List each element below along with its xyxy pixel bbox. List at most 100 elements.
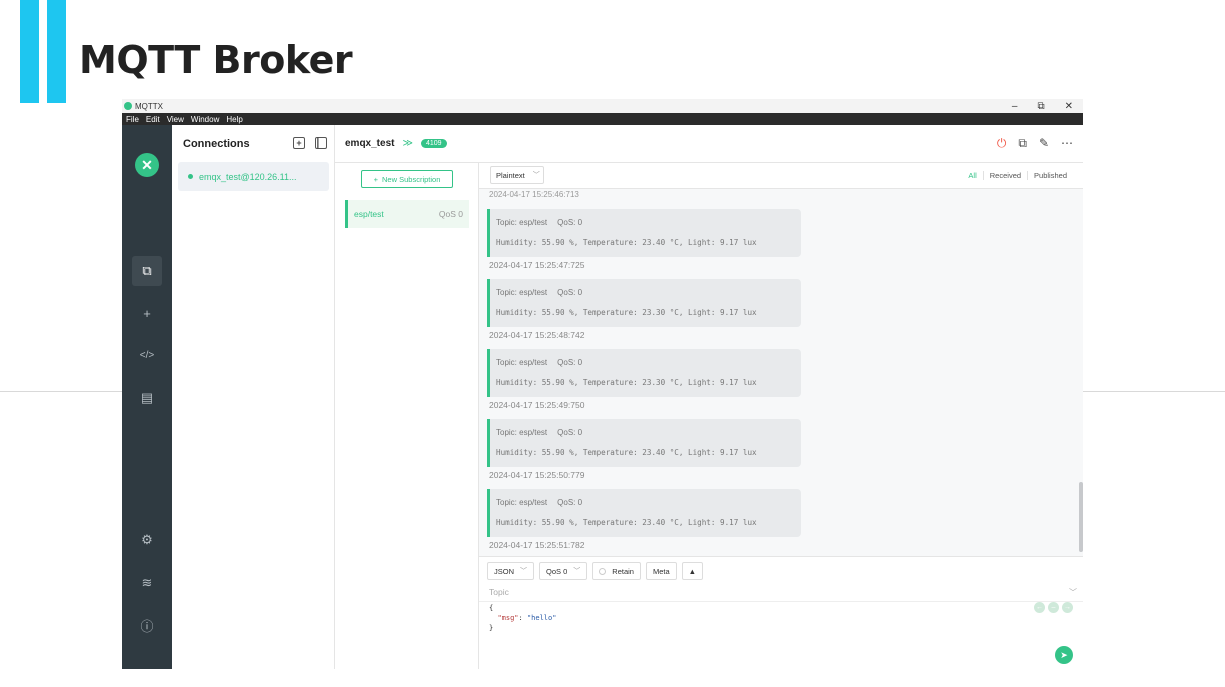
menu-view[interactable]: View <box>167 115 184 124</box>
menu-window[interactable]: Window <box>191 115 219 124</box>
payload-open-brace: { <box>489 604 494 612</box>
new-window-icon[interactable]: ⧉ <box>1018 136 1027 151</box>
connected-dot-icon <box>188 174 193 179</box>
new-subscription-label: New Subscription <box>382 174 441 184</box>
payload-key: "msg" <box>497 614 519 622</box>
message-topic: Topic: esp/test <box>496 428 548 437</box>
publish-qos-select[interactable]: QoS 0 ﹀ <box>539 562 588 580</box>
publish-qos-value: QoS 0 <box>546 566 568 576</box>
app-logo-icon: ✕ <box>135 153 159 177</box>
minimize-button[interactable]: – <box>1012 101 1018 112</box>
disconnect-icon[interactable]: ⏻ <box>997 136 1007 151</box>
message-time: 2024-04-17 15:25:50:779 <box>489 470 585 480</box>
topic-placeholder: Topic <box>489 587 509 597</box>
mqttx-window: MQTTX – ⧉ ✕ File Edit View Window Help ✕… <box>122 99 1083 669</box>
menu-help[interactable]: Help <box>226 115 242 124</box>
script-icon[interactable]: </> <box>132 340 162 370</box>
message-scrollbar[interactable] <box>1079 482 1083 552</box>
divider-line-left <box>0 391 122 392</box>
publish-format-value: JSON <box>494 566 515 576</box>
expand-button[interactable]: ▲ <box>681 562 704 580</box>
message-payload: Humidity: 55.90 %, Temperature: 23.40 °C… <box>496 518 757 527</box>
message-card[interactable]: Topic: esp/test QoS: 0 Humidity: 55.90 %,… <box>487 209 801 257</box>
message-payload: Humidity: 55.90 %, Temperature: 23.40 °C… <box>496 238 757 247</box>
menu-file[interactable]: File <box>126 115 139 124</box>
message-area: Plaintext ﹀ All Received Published 2024-… <box>479 163 1083 556</box>
connections-heading: Connections <box>183 138 250 150</box>
filter-received[interactable]: Received <box>982 171 1027 180</box>
filter-published[interactable]: Published <box>1027 171 1073 180</box>
retain-toggle[interactable]: Retain <box>592 562 641 580</box>
chevron-down-icon[interactable]: ≫ <box>402 138 412 149</box>
menu-edit[interactable]: Edit <box>146 115 160 124</box>
more-icon[interactable]: ⋯ <box>1061 136 1073 151</box>
message-card[interactable]: Topic: esp/test QoS: 0 Humidity: 55.90 %,… <box>487 349 801 397</box>
new-connection-icon[interactable]: + <box>293 137 305 149</box>
about-icon[interactable]: ⓘ <box>132 610 162 640</box>
history-nav: ← – → <box>1034 602 1073 613</box>
connections-icon[interactable]: ⧉ <box>132 256 162 286</box>
log-icon[interactable]: ▤ <box>132 383 162 413</box>
message-payload: Humidity: 55.90 %, Temperature: 23.40 °C… <box>496 448 757 457</box>
chevron-down-icon: ﹀ <box>573 568 581 575</box>
close-button[interactable]: ✕ <box>1065 101 1073 112</box>
retain-checkbox[interactable] <box>599 567 607 575</box>
connection-name: emqx_test <box>345 138 395 149</box>
subscription-item[interactable]: esp/test QoS 0 <box>345 200 469 228</box>
sidebar: ✕ ⧉ + </> ▤ ⚙ ≋ ⓘ <box>122 125 172 669</box>
history-clear-icon[interactable]: – <box>1048 602 1059 613</box>
history-next-icon[interactable]: → <box>1062 602 1073 613</box>
message-qos: QoS: 0 <box>557 358 583 367</box>
accent-bar-left <box>20 0 39 103</box>
title-bar: MQTTX – ⧉ ✕ <box>122 99 1083 113</box>
chevron-down-icon[interactable]: ﹀ <box>1069 587 1077 598</box>
payload-format-select[interactable]: Plaintext ﹀ <box>490 166 544 184</box>
meta-button[interactable]: Meta <box>645 562 677 580</box>
subscription-topic: esp/test <box>354 209 384 219</box>
subscription-qos: QoS 0 <box>438 209 463 219</box>
divider-line-right <box>1083 391 1225 392</box>
slide: MQTT Broker MQTTX – ⧉ ✕ File Edit View W… <box>0 0 1225 687</box>
payload-value: "hello" <box>526 614 557 622</box>
settings-icon[interactable]: ⚙ <box>132 525 162 555</box>
publish-format-select[interactable]: JSON ﹀ <box>487 562 535 580</box>
message-qos: QoS: 0 <box>557 428 583 437</box>
edit-icon[interactable]: ✎ <box>1039 136 1049 151</box>
history-prev-icon[interactable]: ← <box>1034 602 1045 613</box>
message-topic: Topic: esp/test <box>496 498 548 507</box>
caret-up-icon: ▲ <box>688 566 697 576</box>
message-card[interactable]: Topic: esp/test QoS: 0 Humidity: 55.90 %,… <box>487 279 801 327</box>
message-toolbar: Plaintext ﹀ All Received Published <box>479 163 1083 189</box>
message-qos: QoS: 0 <box>557 498 583 507</box>
message-topic: Topic: esp/test <box>496 358 548 367</box>
send-icon[interactable]: ➤ <box>1055 646 1073 664</box>
add-icon[interactable]: + <box>132 298 162 328</box>
connection-item[interactable]: emqx_test@120.26.11... <box>178 162 329 191</box>
plus-icon: + <box>373 174 379 184</box>
accent-bar-right <box>47 0 66 103</box>
mqttx-logo-icon <box>124 102 132 110</box>
message-card[interactable]: Topic: esp/test QoS: 0 Humidity: 55.90 %,… <box>487 419 801 467</box>
message-topic: Topic: esp/test <box>496 288 548 297</box>
payload-editor[interactable]: { "msg": "hello" } <box>489 603 556 633</box>
payload-close-brace: } <box>489 624 494 632</box>
connection-label: emqx_test@120.26.11... <box>199 171 297 182</box>
new-subscription-button[interactable]: + New Subscription <box>361 170 453 188</box>
restore-button[interactable]: ⧉ <box>1037 101 1044 112</box>
message-card[interactable]: Topic: esp/test QoS: 0 Humidity: 55.90 %,… <box>487 489 801 537</box>
window-title: MQTTX <box>135 101 163 111</box>
retain-label: Retain <box>612 566 634 576</box>
message-count-badge: 4109 <box>420 139 447 148</box>
subscribe-feed-icon[interactable]: ≋ <box>132 568 162 598</box>
message-topic: Topic: esp/test <box>496 218 548 227</box>
chevron-down-icon: ﹀ <box>532 172 540 179</box>
chevron-down-icon: ﹀ <box>520 568 528 575</box>
message-filters: All Received Published <box>962 171 1073 180</box>
filter-all[interactable]: All <box>962 171 982 180</box>
connection-topbar: emqx_test ≫ 4109 ⏻ ⧉ ✎ ⋯ <box>335 125 1083 163</box>
message-time-partial: 2024-04-17 15:25:46:713 <box>489 190 579 199</box>
message-time: 2024-04-17 15:25:49:750 <box>489 400 585 410</box>
topic-input[interactable]: Topic ﹀ <box>479 583 1083 602</box>
collapse-panel-icon[interactable]: ▏ <box>315 137 327 149</box>
menu-bar: File Edit View Window Help <box>122 113 1083 125</box>
